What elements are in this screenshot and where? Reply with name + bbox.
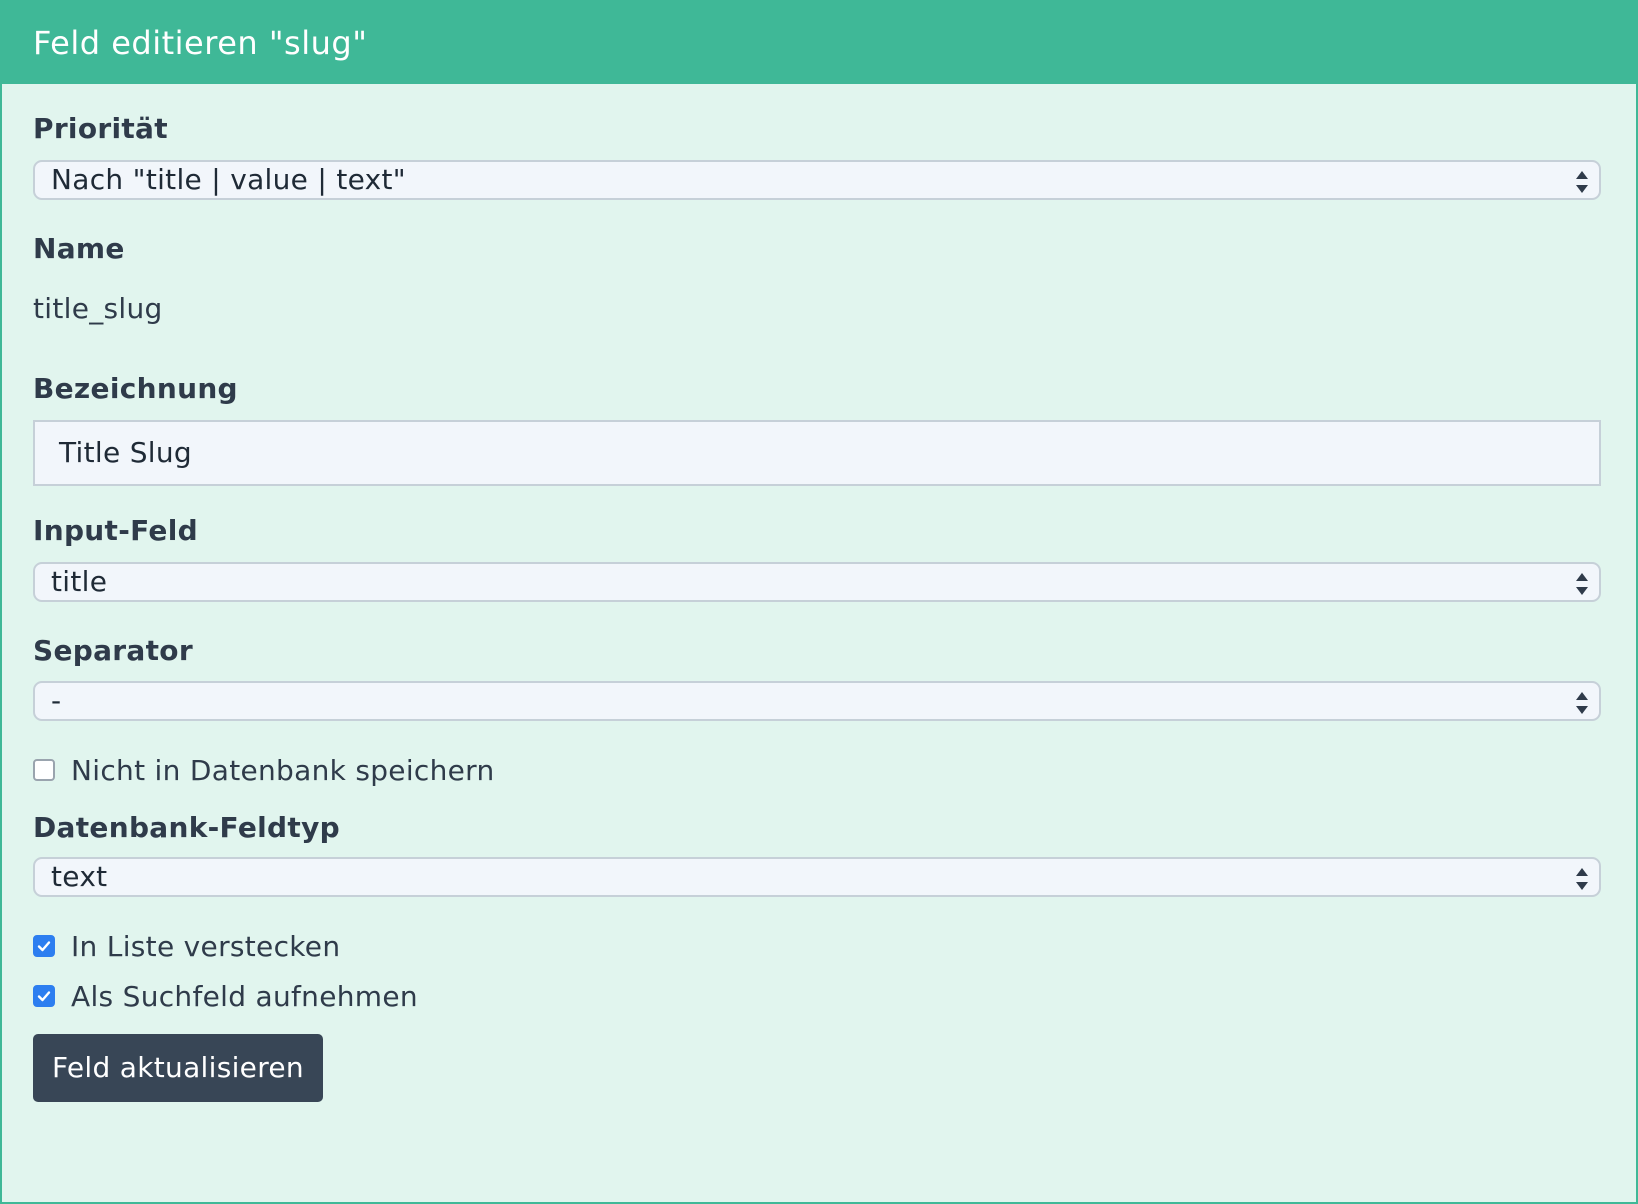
- bezeichnung-input[interactable]: Title Slug: [33, 420, 1601, 486]
- priority-select-value: Nach "title | value | text": [51, 163, 406, 196]
- search-field-option[interactable]: Als Suchfeld aufnehmen: [33, 979, 418, 1013]
- hide-in-list-label: In Liste verstecken: [71, 929, 341, 963]
- input-feld-select[interactable]: title: [33, 562, 1601, 602]
- input-feld-select-value: title: [51, 565, 108, 598]
- hide-in-list-option[interactable]: In Liste verstecken: [33, 929, 341, 963]
- select-arrows-icon: [1575, 865, 1589, 891]
- select-arrows-icon: [1575, 570, 1589, 596]
- select-arrows-icon: [1575, 689, 1589, 715]
- no-db-label: Nicht in Datenbank speichern: [71, 753, 495, 787]
- checkmark-icon: [37, 991, 51, 1002]
- input-feld-label: Input-Feld: [33, 514, 198, 547]
- db-type-label: Datenbank-Feldtyp: [33, 811, 340, 844]
- search-field-checkbox[interactable]: [33, 985, 55, 1007]
- no-db-checkbox[interactable]: [33, 759, 55, 781]
- panel-title: Feld editieren "slug": [2, 2, 1636, 84]
- db-type-select-value: text: [51, 860, 108, 893]
- edit-field-panel: Feld editieren "slug" Priorität Nach "ti…: [0, 0, 1638, 1204]
- db-type-select[interactable]: text: [33, 857, 1601, 897]
- select-arrows-icon: [1575, 168, 1589, 194]
- search-field-label: Als Suchfeld aufnehmen: [71, 979, 418, 1013]
- update-field-button[interactable]: Feld aktualisieren: [33, 1034, 323, 1102]
- separator-select-value: -: [51, 684, 62, 717]
- priority-select[interactable]: Nach "title | value | text": [33, 160, 1601, 200]
- priority-label: Priorität: [33, 112, 168, 145]
- no-db-option[interactable]: Nicht in Datenbank speichern: [33, 753, 495, 787]
- name-label: Name: [33, 232, 125, 265]
- name-value: title_slug: [33, 292, 163, 325]
- hide-in-list-checkbox[interactable]: [33, 935, 55, 957]
- separator-select[interactable]: -: [33, 681, 1601, 721]
- separator-label: Separator: [33, 634, 193, 667]
- checkmark-icon: [37, 941, 51, 952]
- bezeichnung-label: Bezeichnung: [33, 372, 238, 405]
